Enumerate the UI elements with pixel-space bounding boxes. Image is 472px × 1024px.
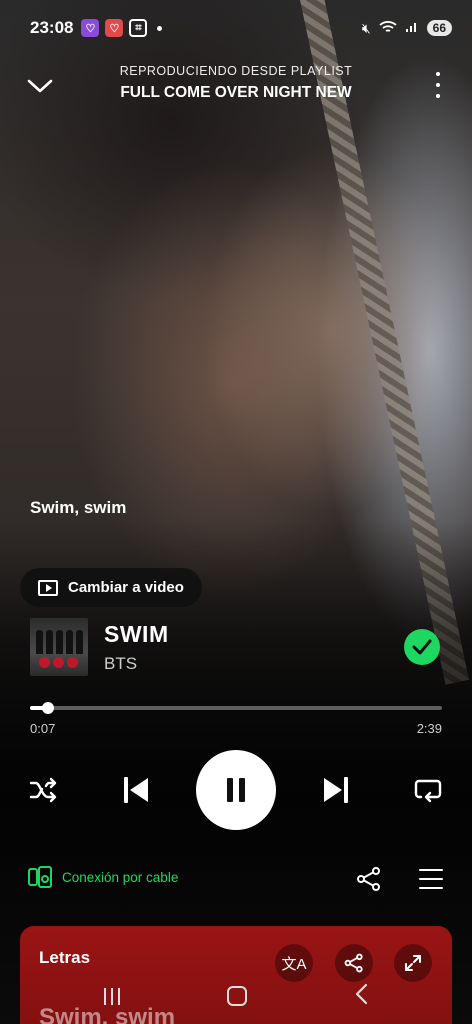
pause-icon-bar bbox=[227, 778, 233, 802]
album-cover[interactable] bbox=[30, 618, 88, 676]
wifi-icon bbox=[379, 20, 397, 37]
more-dot bbox=[436, 83, 440, 87]
recent-apps-icon-line bbox=[117, 987, 120, 1005]
speaker-device-icon bbox=[28, 866, 52, 888]
share-button[interactable] bbox=[356, 866, 382, 892]
lyric-preview: Swim, swim bbox=[30, 498, 127, 517]
shuffle-icon bbox=[29, 777, 57, 803]
pause-button[interactable] bbox=[196, 750, 276, 830]
connected-device-label: Conexión por cable bbox=[62, 869, 179, 885]
mute-icon: 🔇︎ bbox=[361, 19, 371, 36]
repeat-icon bbox=[414, 779, 442, 803]
total-time: 2:39 bbox=[416, 721, 442, 736]
cover-figure bbox=[76, 630, 83, 654]
cover-figure bbox=[56, 630, 63, 654]
more-options-button[interactable] bbox=[428, 70, 448, 100]
app-notification-icon: ♡ bbox=[81, 19, 100, 37]
elapsed-time: 0:07 bbox=[30, 721, 56, 736]
playing-from: REPRODUCIENDO DESDE PLAYLIST FULL COME O… bbox=[0, 64, 472, 102]
track-title[interactable]: SWIM bbox=[104, 621, 169, 648]
switch-to-video-button[interactable]: Cambiar a video bbox=[20, 568, 202, 607]
track-text: SWIM BTS bbox=[104, 621, 169, 674]
player-header: REPRODUCIENDO DESDE PLAYLIST FULL COME O… bbox=[0, 58, 472, 112]
recent-apps-icon-line bbox=[103, 987, 106, 1005]
video-play-icon bbox=[38, 579, 58, 596]
queue-button[interactable] bbox=[419, 866, 443, 892]
cover-red-mark bbox=[39, 657, 50, 668]
cover-red-mark bbox=[67, 657, 78, 668]
previous-button[interactable] bbox=[116, 770, 156, 810]
cover-figure bbox=[36, 630, 43, 654]
status-bar: 23:08 ♡ ♡ ⌗ 🔇︎ 66 bbox=[0, 0, 472, 56]
cover-figure bbox=[66, 630, 73, 654]
app-notification-icon: ♡ bbox=[105, 19, 124, 37]
connected-device-button[interactable]: Conexión por cable bbox=[28, 866, 178, 888]
progress-bar[interactable] bbox=[30, 702, 442, 714]
back-arrow-icon bbox=[356, 983, 368, 1004]
recent-apps-button[interactable] bbox=[103, 987, 120, 1005]
more-dot bbox=[436, 94, 440, 98]
skip-next-icon bbox=[324, 777, 348, 803]
playlist-name[interactable]: FULL COME OVER NIGHT NEW bbox=[0, 84, 472, 102]
signal-icon bbox=[405, 20, 419, 37]
system-navigation-bar bbox=[0, 968, 472, 1024]
track-info: SWIM BTS bbox=[30, 617, 442, 677]
next-button[interactable] bbox=[316, 770, 356, 810]
repeat-button[interactable] bbox=[410, 772, 446, 808]
screenshot-icon: ⌗ bbox=[129, 19, 148, 37]
battery-level: 66 bbox=[426, 20, 452, 36]
check-icon bbox=[412, 639, 432, 655]
skip-previous-icon bbox=[124, 777, 148, 803]
status-time: 23:08 bbox=[30, 18, 74, 37]
switch-to-video-label: Cambiar a video bbox=[68, 579, 184, 596]
notification-icons: ♡ ♡ ⌗ bbox=[81, 19, 163, 37]
more-dot bbox=[436, 72, 440, 76]
pause-icon-bar bbox=[239, 778, 245, 802]
recent-apps-icon-line bbox=[110, 987, 113, 1005]
shuffle-button[interactable] bbox=[26, 772, 62, 808]
queue-icon-line bbox=[419, 869, 443, 872]
more-notifications-dot bbox=[157, 25, 163, 31]
back-button[interactable] bbox=[354, 983, 368, 1010]
lyrics-label: Letras bbox=[39, 948, 91, 967]
queue-icon-line bbox=[419, 886, 443, 889]
queue-icon-line bbox=[419, 877, 443, 880]
cover-red-mark bbox=[53, 657, 64, 668]
playing-from-label: REPRODUCIENDO DESDE PLAYLIST bbox=[119, 64, 353, 78]
share-icon bbox=[357, 867, 380, 891]
cover-figure bbox=[46, 630, 53, 654]
saved-to-library-button[interactable] bbox=[404, 629, 440, 665]
system-icons: 🔇︎ 66 bbox=[362, 20, 452, 37]
track-artist[interactable]: BTS bbox=[104, 654, 169, 674]
home-button[interactable] bbox=[226, 986, 247, 1006]
